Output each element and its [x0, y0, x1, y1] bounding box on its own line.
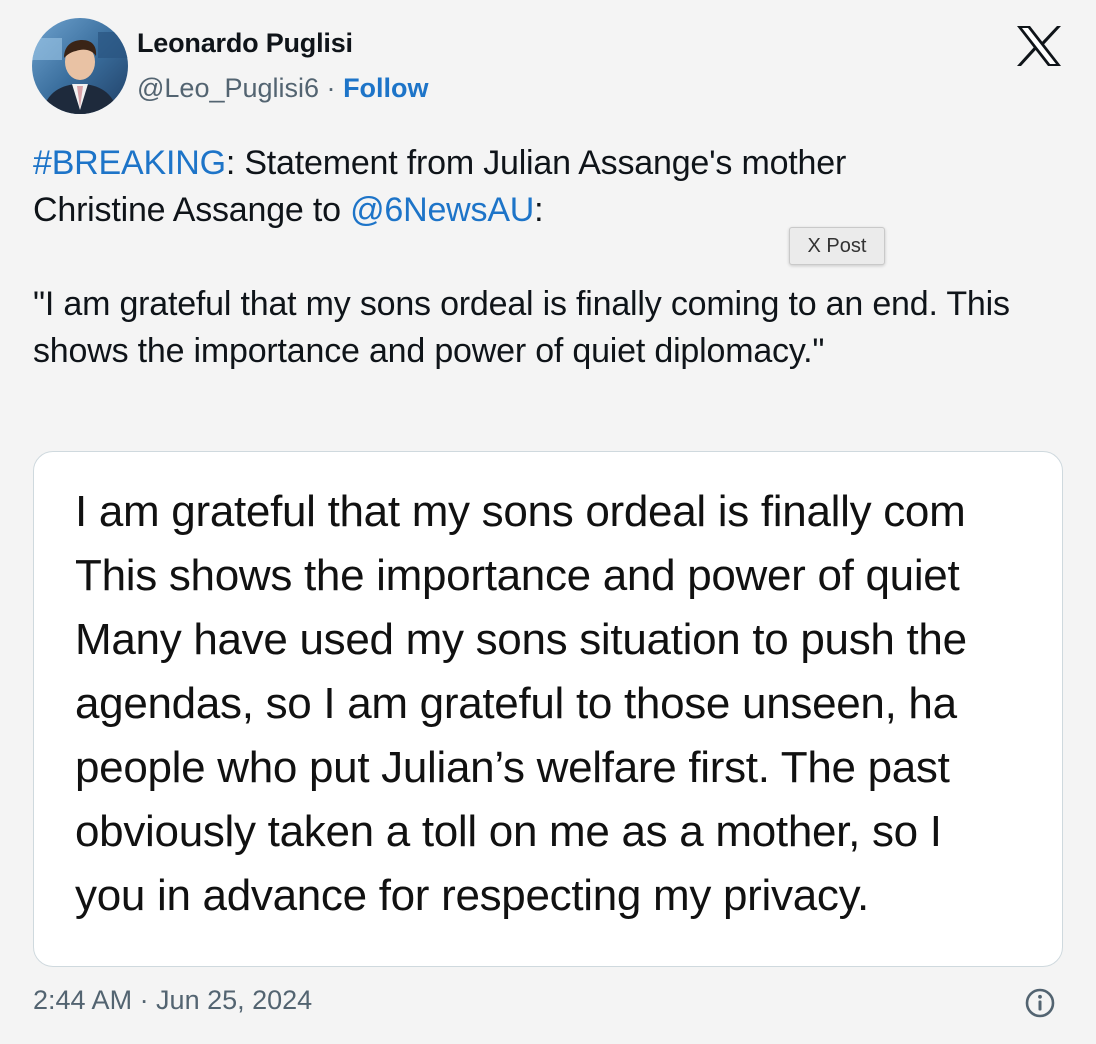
media-line: agendas, so I am grateful to those unsee…: [75, 679, 957, 728]
media-line: you in advance for respecting my privacy…: [75, 871, 869, 920]
tweet-line-2: Christine Assange to @6NewsAU:: [33, 187, 1043, 234]
author-name[interactable]: Leonardo Puglisi: [137, 28, 353, 59]
avatar[interactable]: [32, 18, 128, 114]
mention-link[interactable]: @6NewsAU: [350, 191, 534, 229]
tweet-timestamp[interactable]: 2:44 AM · Jun 25, 2024: [33, 985, 312, 1016]
tweet-quote: "I am grateful that my sons ordeal is fi…: [33, 285, 1010, 370]
handle-row: @Leo_Puglisi6 · Follow: [137, 73, 429, 104]
media-line: This shows the importance and power of q…: [75, 551, 960, 600]
media-image[interactable]: I am grateful that my sons ordeal is fin…: [33, 451, 1063, 967]
media-line: people who put Julian’s welfare first. T…: [75, 743, 950, 792]
tweet-card: Leonardo Puglisi @Leo_Puglisi6 · Follow …: [0, 0, 1096, 1044]
media-line: Many have used my sons situation to push…: [75, 615, 967, 664]
info-icon[interactable]: [1024, 987, 1056, 1019]
follow-button[interactable]: Follow: [343, 73, 428, 103]
separator-dot: ·: [326, 73, 336, 103]
tweet-text: #BREAKING: Statement from Julian Assange…: [33, 140, 1043, 375]
mention-suffix: :: [534, 191, 544, 229]
hashtag-link[interactable]: #BREAKING: [33, 144, 226, 182]
tweet-line-1: #BREAKING: Statement from Julian Assange…: [33, 140, 1043, 187]
media-text-lines: I am grateful that my sons ordeal is fin…: [75, 480, 967, 928]
x-logo-icon[interactable]: [1016, 26, 1062, 66]
media-line: I am grateful that my sons ordeal is fin…: [75, 487, 966, 536]
avatar-image: [32, 18, 128, 114]
media-line: obviously taken a toll on me as a mother…: [75, 807, 942, 856]
tweet-line-1-text: : Statement from Julian Assange's mother: [225, 144, 847, 182]
tweet-line-2-text: Christine Assange to: [33, 191, 351, 229]
tooltip: X Post: [789, 227, 885, 265]
author-handle[interactable]: @Leo_Puglisi6: [137, 73, 319, 103]
